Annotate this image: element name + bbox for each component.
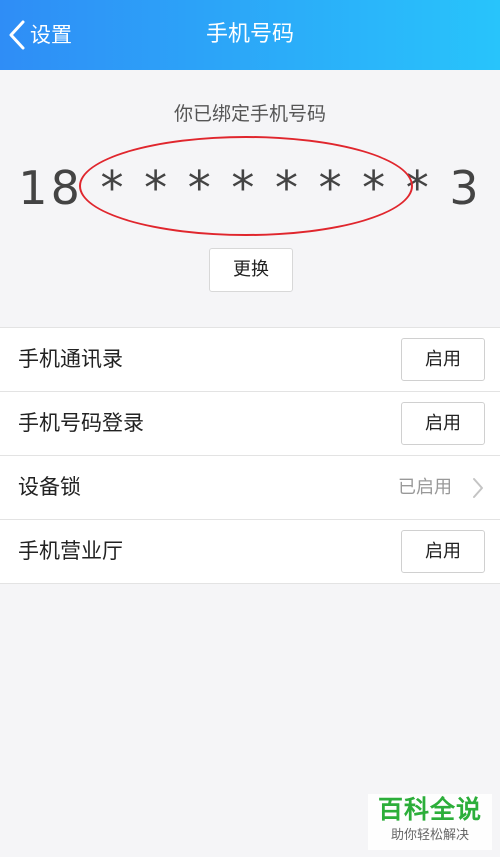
back-label: 设置 xyxy=(30,23,72,47)
chevron-right-icon xyxy=(471,477,485,503)
enable-phone-login-button[interactable]: 启用 xyxy=(401,402,485,445)
list-item-label: 手机通讯录 xyxy=(18,347,123,371)
navigation-bar: 设置 手机号码 xyxy=(0,0,500,70)
page-title: 手机号码 xyxy=(205,22,294,47)
watermark-title: 百科全说 xyxy=(377,795,482,824)
device-lock-status: 已启用 xyxy=(398,477,452,498)
list-item-mobile-hall[interactable]: 手机营业厅 启用 xyxy=(0,520,500,584)
chevron-left-icon xyxy=(6,19,28,51)
bound-phone-label: 你已绑定手机号码 xyxy=(173,103,326,125)
enable-contacts-button[interactable]: 启用 xyxy=(401,338,485,381)
settings-list: 手机通讯录 启用 手机号码登录 启用 设备锁 已启用 手机营业厅 启用 xyxy=(0,327,500,584)
list-item-label: 设备锁 xyxy=(18,475,81,499)
watermark-logo: 百科全说 助你轻松解决 xyxy=(368,794,492,850)
list-item-contacts[interactable]: 手机通讯录 启用 xyxy=(0,328,500,392)
list-item-device-lock[interactable]: 设备锁 已启用 xyxy=(0,456,500,520)
list-item-label: 手机营业厅 xyxy=(18,539,123,563)
list-item-phone-login[interactable]: 手机号码登录 启用 xyxy=(0,392,500,456)
list-item-label: 手机号码登录 xyxy=(18,411,144,435)
back-button[interactable]: 设置 xyxy=(6,14,72,56)
watermark-subtitle: 助你轻松解决 xyxy=(390,828,469,843)
annotation-ellipse xyxy=(79,136,413,236)
change-phone-button[interactable]: 更换 xyxy=(209,248,293,292)
enable-mobile-hall-button[interactable]: 启用 xyxy=(401,530,485,573)
